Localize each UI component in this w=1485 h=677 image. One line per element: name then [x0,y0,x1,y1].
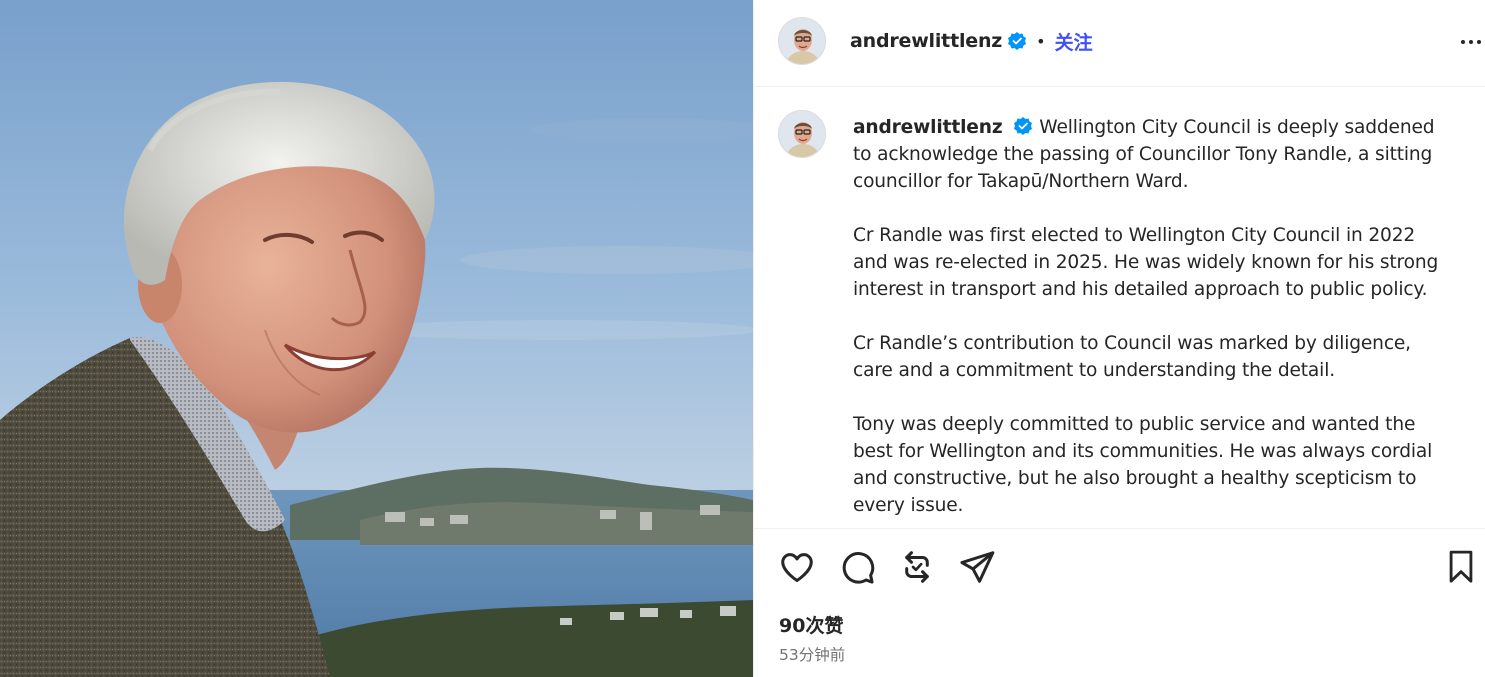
author-avatar[interactable] [778,17,826,65]
post-photo[interactable] [0,0,753,677]
caption-username[interactable]: andrewlittlenz [853,117,1003,138]
follow-button[interactable]: 关注 [1055,28,1093,55]
caption-author-avatar[interactable] [778,110,826,158]
portrait-photo [0,0,753,677]
likes-count[interactable]: 90次赞 [779,611,843,638]
heart-icon[interactable] [778,548,818,588]
avatar-image [779,18,825,64]
repost-icon[interactable] [898,548,938,588]
verified-badge-icon [1007,31,1027,51]
caption-paragraph: Tony was deeply committed to public serv… [853,414,1433,516]
caption-paragraph: Cr Randle was first elected to Wellingto… [853,225,1439,300]
divider [754,528,1485,529]
comment-bubble-icon[interactable] [838,548,878,588]
bookmark-icon[interactable] [1444,548,1484,588]
post-side-panel: andrewlittlenz • 关注 andrewlittlenz Welli… [753,0,1485,677]
caption-section: andrewlittlenz Wellington City Council i… [754,88,1485,528]
post-caption: andrewlittlenz Wellington City Council i… [853,114,1453,519]
action-bar [778,548,1473,590]
caption-paragraph: Cr Randle’s contribution to Council was … [853,333,1411,381]
more-options-icon[interactable] [1456,30,1485,54]
post-header: andrewlittlenz • 关注 [754,0,1485,87]
author-username[interactable]: andrewlittlenz [850,30,1002,52]
separator-dot: • [1036,31,1046,51]
avatar-image [779,111,825,157]
caption-paragraph: andrewlittlenz Wellington City Council i… [853,114,1453,195]
post-timestamp[interactable]: 53分钟前 [779,643,845,665]
verified-badge-icon [1013,116,1033,136]
send-icon[interactable] [958,548,998,588]
